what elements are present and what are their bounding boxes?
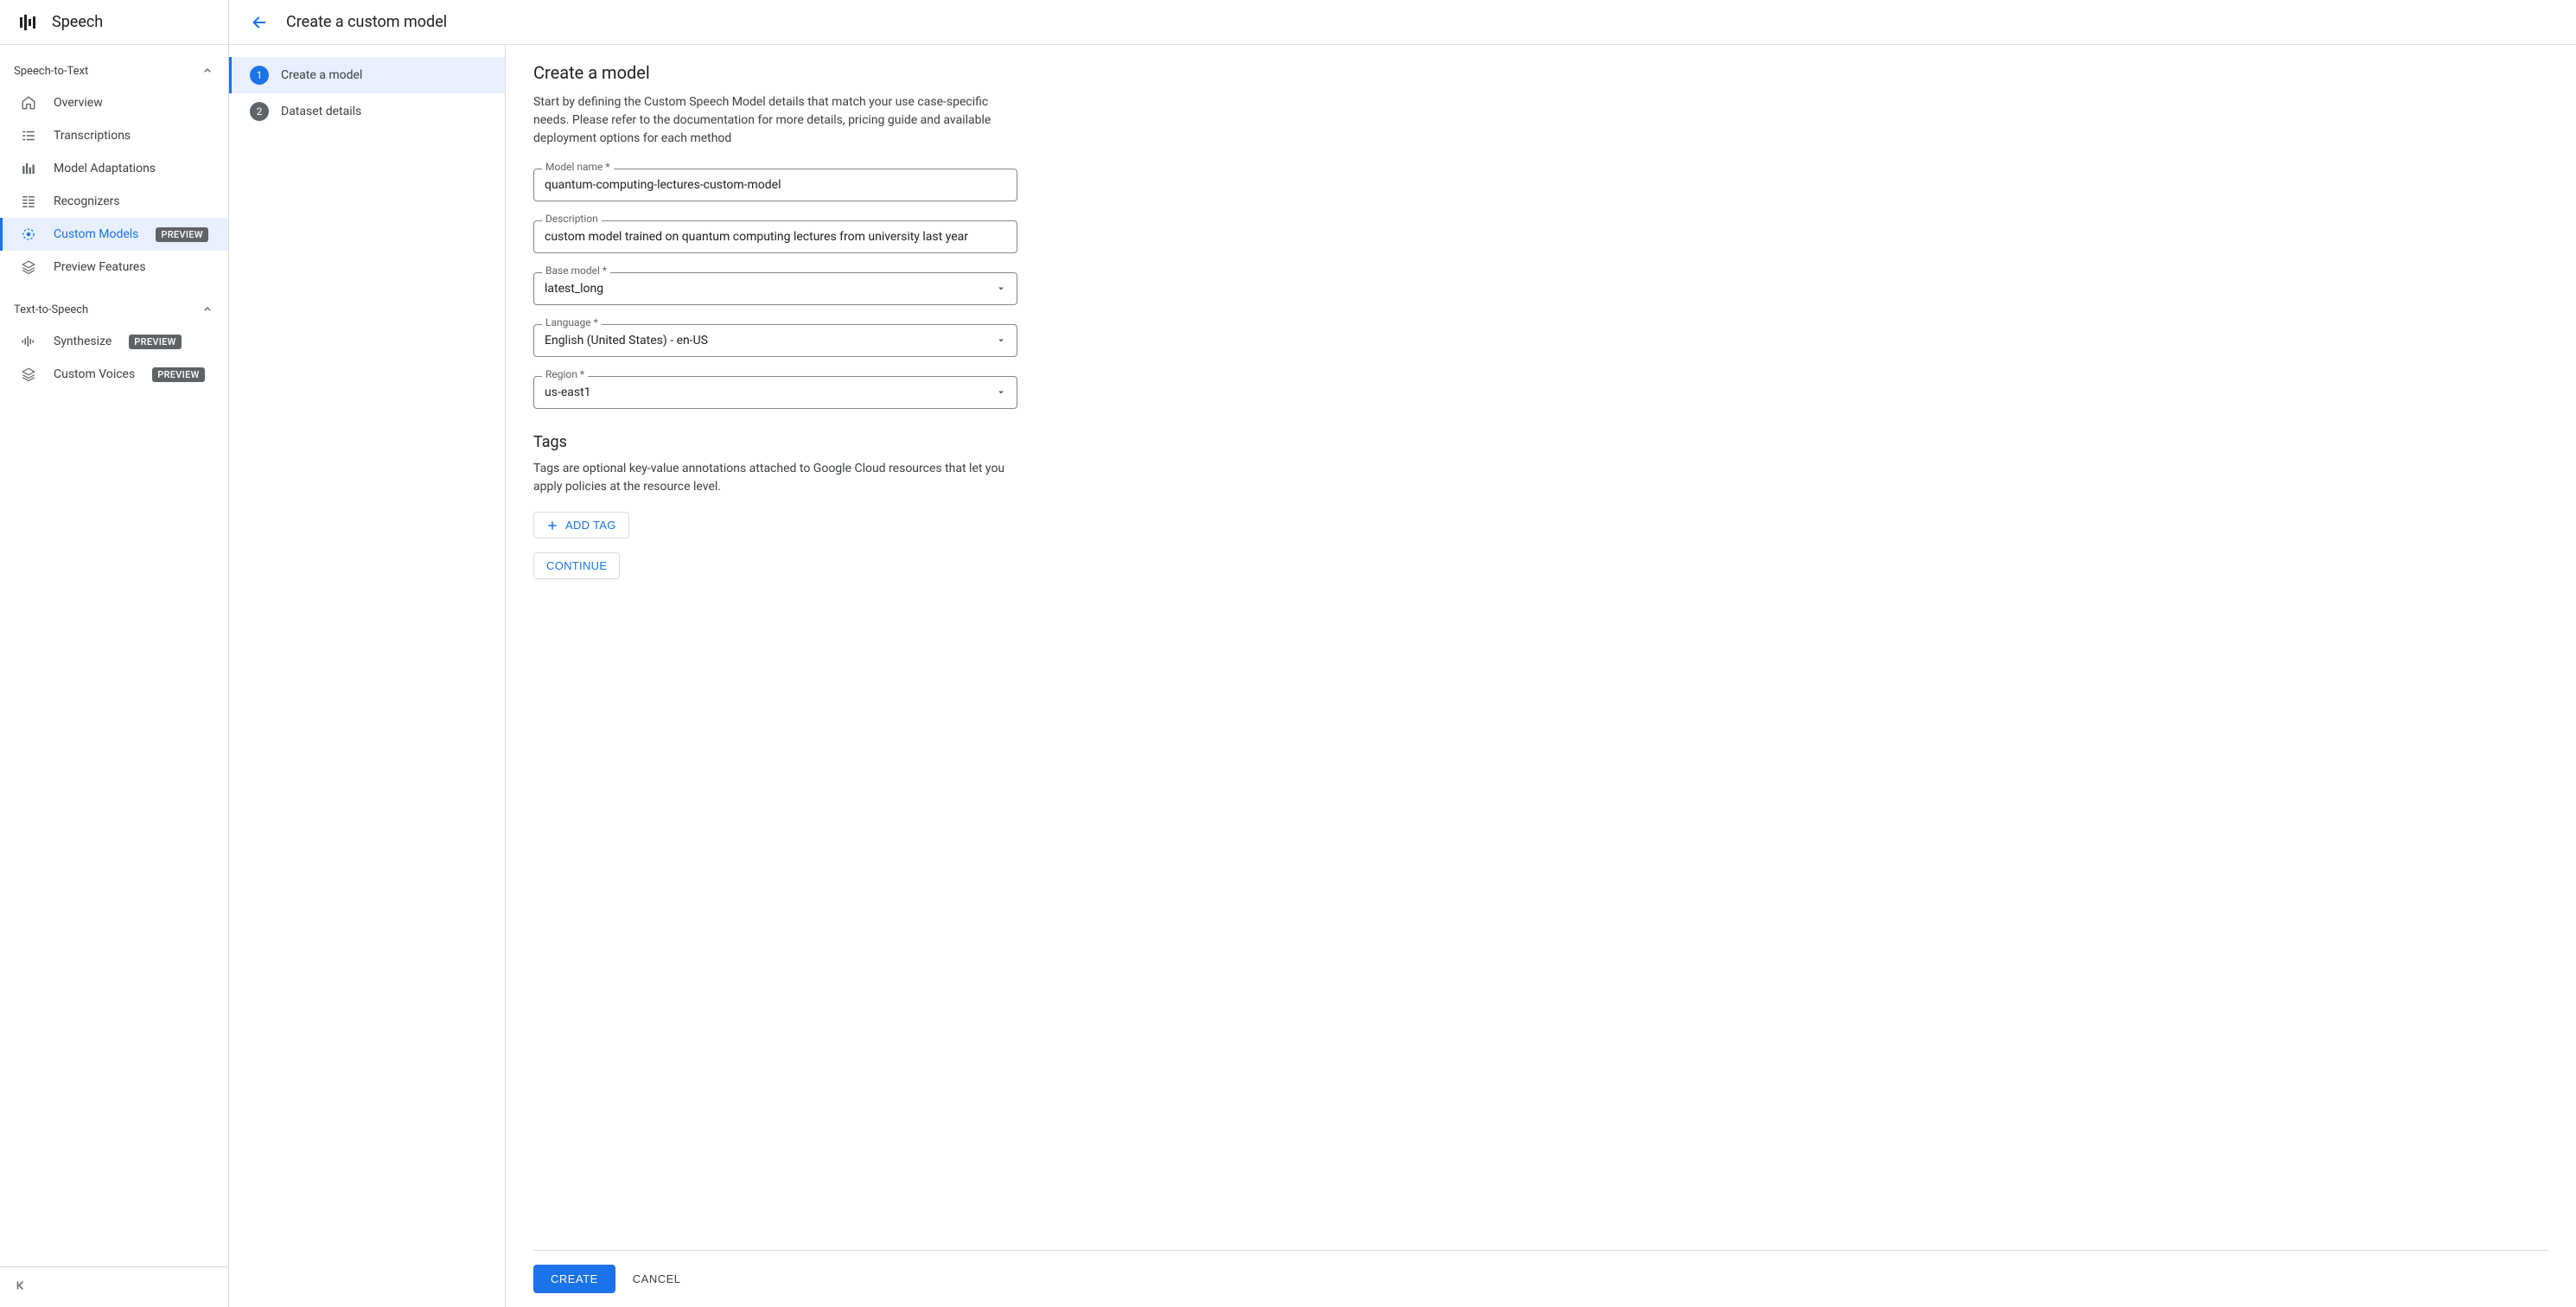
form-panel: Create a model Start by defining the Cus… <box>506 45 2576 1307</box>
sidebar-item-custom-voices[interactable]: Custom Voices PREVIEW <box>0 358 228 391</box>
description-input[interactable] <box>533 220 1017 253</box>
add-tag-label: ADD TAG <box>565 519 616 532</box>
chevron-down-icon <box>996 335 1006 346</box>
form-description: Start by defining the Custom Speech Mode… <box>533 93 1017 148</box>
select-value: latest_long <box>545 282 603 296</box>
tune-icon <box>21 161 36 176</box>
collapse-sidebar-button[interactable] <box>14 1278 29 1293</box>
tags-description: Tags are optional key-value annotations … <box>533 460 1017 496</box>
language-select[interactable]: English (United States) - en-US <box>533 324 1017 357</box>
grid-icon <box>21 194 36 209</box>
cancel-button[interactable]: CANCEL <box>633 1272 681 1285</box>
speech-logo-icon <box>17 12 38 33</box>
sidebar-item-overview[interactable]: Overview <box>0 86 228 119</box>
chevron-down-icon <box>996 284 1006 294</box>
wave-icon <box>21 334 36 349</box>
back-button[interactable] <box>250 13 269 32</box>
model-name-input[interactable] <box>533 169 1017 201</box>
field-label: Region * <box>542 368 588 380</box>
sidebar-item-label: Preview Features <box>54 260 146 274</box>
section-header-text-to-speech[interactable]: Text-to-Speech <box>0 294 228 325</box>
select-value: English (United States) - en-US <box>545 334 708 347</box>
form-heading: Create a model <box>533 62 1017 83</box>
chevron-up-icon <box>201 64 214 78</box>
region-select[interactable]: us-east1 <box>533 376 1017 409</box>
create-button[interactable]: CREATE <box>533 1265 615 1293</box>
section-label: Text-to-Speech <box>14 303 88 316</box>
product-title: Speech <box>52 13 103 31</box>
sidebar-header: Speech <box>0 0 228 45</box>
section-label: Speech-to-Text <box>14 65 88 78</box>
continue-button[interactable]: CONTINUE <box>533 552 620 579</box>
step-label: Create a model <box>281 68 362 82</box>
field-label: Description <box>542 213 602 225</box>
main: Create a custom model 1 Create a model 2… <box>229 0 2576 1307</box>
tags-heading: Tags <box>533 433 1017 451</box>
page-title: Create a custom model <box>286 13 447 31</box>
layers-icon <box>21 367 36 382</box>
select-value: us-east1 <box>545 386 591 399</box>
preview-badge: PREVIEW <box>156 227 207 242</box>
continue-label: CONTINUE <box>546 559 607 572</box>
form-footer: CREATE CANCEL <box>533 1250 2548 1307</box>
sidebar-item-custom-models[interactable]: Custom Models PREVIEW <box>0 218 228 251</box>
field-model-name: Model name * <box>533 169 1017 201</box>
sidebar-item-synthesize[interactable]: Synthesize PREVIEW <box>0 325 228 358</box>
sidebar-content: Speech-to-Text Overview Transcriptions M… <box>0 45 228 1266</box>
target-icon <box>21 226 36 242</box>
form-content: Create a model Start by defining the Cus… <box>533 62 1017 1222</box>
list-icon <box>21 128 36 143</box>
field-region: Region * us-east1 <box>533 376 1017 409</box>
layers-icon <box>21 259 36 275</box>
sidebar-item-label: Synthesize <box>54 335 112 348</box>
step-number: 2 <box>250 102 269 121</box>
sidebar-item-label: Transcriptions <box>54 129 131 143</box>
field-base-model: Base model * latest_long <box>533 272 1017 305</box>
sidebar-item-label: Model Adaptations <box>54 162 156 175</box>
home-icon <box>21 95 36 111</box>
sidebar-item-model-adaptations[interactable]: Model Adaptations <box>0 152 228 185</box>
sidebar: Speech Speech-to-Text Overview Transcrip… <box>0 0 229 1307</box>
sidebar-item-preview-features[interactable]: Preview Features <box>0 251 228 284</box>
main-body: 1 Create a model 2 Dataset details Creat… <box>229 45 2576 1307</box>
plus-icon <box>546 520 558 532</box>
sidebar-item-label: Custom Voices <box>54 367 135 381</box>
base-model-select[interactable]: latest_long <box>533 272 1017 305</box>
field-label: Model name * <box>542 161 614 173</box>
step-number: 1 <box>250 66 269 85</box>
sidebar-item-transcriptions[interactable]: Transcriptions <box>0 119 228 152</box>
step-label: Dataset details <box>281 105 361 118</box>
step-dataset-details[interactable]: 2 Dataset details <box>229 93 505 130</box>
add-tag-button[interactable]: ADD TAG <box>533 512 629 539</box>
field-label: Base model * <box>542 265 610 277</box>
sidebar-footer <box>0 1266 228 1307</box>
sidebar-item-recognizers[interactable]: Recognizers <box>0 185 228 218</box>
sidebar-item-label: Overview <box>54 96 103 110</box>
sidebar-item-label: Custom Models <box>54 227 138 241</box>
step-create-model[interactable]: 1 Create a model <box>229 57 505 93</box>
field-description: Description <box>533 220 1017 253</box>
preview-badge: PREVIEW <box>152 367 204 382</box>
preview-badge: PREVIEW <box>129 335 181 349</box>
chevron-down-icon <box>996 387 1006 398</box>
chevron-up-icon <box>201 303 214 316</box>
field-label: Language * <box>542 316 602 328</box>
field-language: Language * English (United States) - en-… <box>533 324 1017 357</box>
steps-panel: 1 Create a model 2 Dataset details <box>229 45 506 1307</box>
main-header: Create a custom model <box>229 0 2576 45</box>
section-header-speech-to-text[interactable]: Speech-to-Text <box>0 55 228 86</box>
sidebar-item-label: Recognizers <box>54 194 120 208</box>
